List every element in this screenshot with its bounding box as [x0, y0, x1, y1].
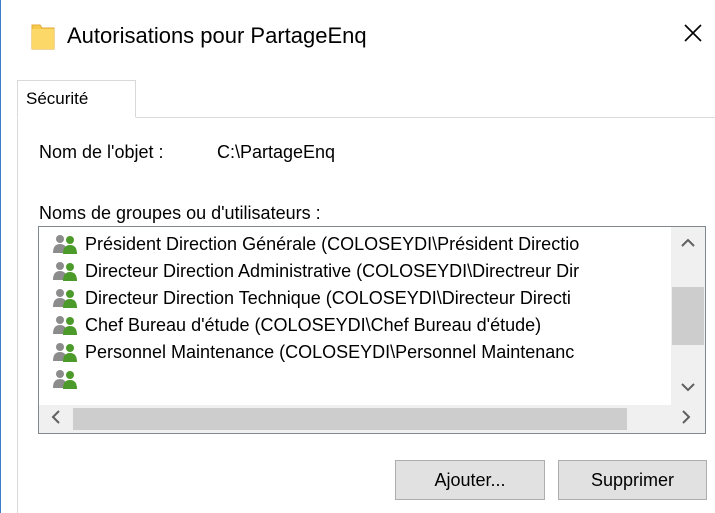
groups-users-label: Noms de groupes ou d'utilisateurs : [39, 203, 321, 223]
vertical-scrollbar[interactable] [671, 227, 705, 405]
chevron-down-icon [681, 379, 695, 397]
users-group-icon [51, 287, 79, 309]
add-button[interactable]: Ajouter... [395, 460, 545, 500]
title-bar[interactable]: Autorisations pour PartageEnq [1, 0, 715, 72]
close-button[interactable] [671, 14, 715, 56]
remove-button[interactable]: Supprimer [558, 460, 707, 500]
window-title: Autorisations pour PartageEnq [67, 23, 367, 48]
object-name-value: C:\PartageEnq [217, 142, 336, 162]
scroll-left-button[interactable] [39, 405, 73, 433]
close-icon [683, 23, 703, 48]
list-item[interactable]: Chef Bureau d'étude (COLOSEYDI\Chef Bure… [51, 312, 671, 338]
users-group-icon [51, 314, 79, 336]
tab-security[interactable]: Sécurité [17, 80, 136, 118]
permissions-dialog: Autorisations pour PartageEnq Sécurité N… [0, 0, 715, 513]
scroll-down-button[interactable] [671, 371, 705, 405]
vertical-scroll-thumb[interactable] [672, 287, 704, 345]
list-item[interactable]: Personnel Maintenance (COLOSEYDI\Personn… [51, 339, 671, 365]
horizontal-scrollbar[interactable] [39, 405, 705, 433]
users-group-icon [51, 368, 79, 390]
list-item[interactable]: Directeur Direction Technique (COLOSEYDI… [51, 285, 671, 311]
list-item[interactable]: Directeur Direction Administrative (COLO… [51, 258, 671, 284]
users-group-icon [51, 233, 79, 255]
list-item-label: Président Direction Générale (COLOSEYDI\… [85, 233, 580, 254]
folder-icon [31, 22, 55, 50]
groups-users-listbox[interactable]: Président Direction Générale (COLOSEYDI\… [38, 226, 706, 434]
scroll-right-button[interactable] [669, 405, 703, 433]
object-name-label: Nom de l'objet : [39, 142, 164, 162]
users-group-icon [51, 341, 79, 363]
scroll-up-button[interactable] [671, 227, 705, 261]
tab-panel-border [17, 117, 18, 513]
users-group-icon [51, 260, 79, 282]
list-item-label: Chef Bureau d'étude (COLOSEYDI\Chef Bure… [85, 314, 542, 335]
list-item-label: Directeur Direction Technique (COLOSEYDI… [85, 287, 571, 308]
list-item-partial[interactable] [51, 366, 671, 392]
list-item[interactable]: Président Direction Générale (COLOSEYDI\… [51, 231, 671, 257]
list-item-label: Personnel Maintenance (COLOSEYDI\Personn… [85, 341, 575, 362]
chevron-right-icon [681, 409, 691, 429]
horizontal-scroll-thumb[interactable] [73, 408, 627, 430]
list-item-label: Directeur Direction Administrative (COLO… [85, 260, 580, 281]
groups-users-list: Président Direction Générale (COLOSEYDI\… [39, 227, 671, 405]
chevron-left-icon [51, 409, 61, 429]
chevron-up-icon [681, 235, 695, 253]
